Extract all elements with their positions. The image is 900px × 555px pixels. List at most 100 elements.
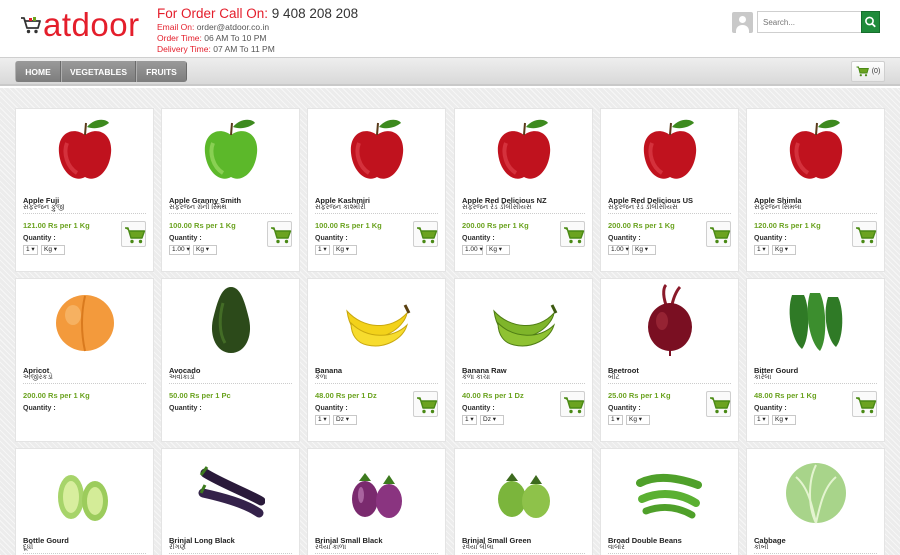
quantity-select[interactable]: 1 ▾ bbox=[754, 245, 769, 255]
unit-select[interactable]: Kg ▾ bbox=[333, 245, 357, 255]
product-card[interactable]: Brinjal Long Black રીંગણ bbox=[161, 448, 300, 555]
unit-value: Kg bbox=[489, 246, 497, 253]
product-name-gujarati: સફરજન રેડ ડીલીસીયસ bbox=[608, 204, 678, 211]
add-to-cart-button[interactable] bbox=[852, 221, 877, 247]
unit-select[interactable]: Dz ▾ bbox=[480, 415, 504, 425]
product-card[interactable]: Apple Shimla સફરજન સિમલા 120.00 Rs per 1 K… bbox=[746, 108, 885, 272]
product-card[interactable]: Brinjal Small Green રવૈયા લીલા bbox=[454, 448, 593, 555]
add-to-cart-button[interactable] bbox=[560, 391, 585, 417]
search-input[interactable] bbox=[757, 11, 862, 33]
brinjal-long-image[interactable] bbox=[197, 453, 266, 527]
unit-value: Kg bbox=[775, 416, 783, 423]
add-to-cart-button[interactable] bbox=[121, 221, 146, 247]
product-card[interactable]: Apple Granny Smith સફરજન ગ્રેની સ્મિથ 100.… bbox=[161, 108, 300, 272]
quantity-select[interactable]: 1 ▾ bbox=[462, 415, 477, 425]
product-price: 40.00 Rs per 1 Dz bbox=[462, 391, 524, 400]
add-to-cart-button[interactable] bbox=[267, 221, 292, 247]
quantity-select[interactable]: 1.00 ▾ bbox=[169, 245, 190, 255]
unit-select[interactable]: Kg ▾ bbox=[632, 245, 656, 255]
user-account-icon[interactable] bbox=[732, 12, 753, 33]
product-card[interactable]: Apple Red Delicious NZ સફરજન રેડ ડીલીસીયસ… bbox=[454, 108, 593, 272]
product-card[interactable]: Apple Kashmiri સફરજન કાશ્મીરી 100.00 Rs pe… bbox=[307, 108, 446, 272]
unit-select[interactable]: Kg ▾ bbox=[772, 245, 796, 255]
add-to-cart-button[interactable] bbox=[560, 221, 585, 247]
product-card[interactable]: Cabbage કોબી bbox=[746, 448, 885, 555]
product-card[interactable]: Beetroot બીટ 25.00 Rs per 1 Kg Quantity :1 … bbox=[600, 278, 739, 442]
cart-button[interactable]: (0) bbox=[851, 61, 885, 82]
order-call-line: For Order Call On: 9 408 208 208 bbox=[157, 6, 358, 22]
banana-image[interactable] bbox=[343, 283, 411, 357]
add-to-cart-button[interactable] bbox=[706, 221, 731, 247]
product-card[interactable]: Banana Raw કેળા કાચા 40.00 Rs per 1 Dz Quan… bbox=[454, 278, 593, 442]
product-card[interactable]: Apricot અંજીરકડો 200.00 Rs per 1 Kg Quantit… bbox=[15, 278, 154, 442]
brinjal-small-image[interactable] bbox=[343, 453, 411, 527]
add-to-cart-icon bbox=[853, 227, 878, 252]
product-card[interactable]: Brinjal Small Black રવૈયા કાળા bbox=[307, 448, 446, 555]
divider bbox=[23, 383, 146, 384]
unit-value: Dz bbox=[336, 416, 344, 423]
quantity-select[interactable]: 1 ▾ bbox=[315, 245, 330, 255]
green-apple-image[interactable] bbox=[197, 113, 265, 187]
delivery-time-line: Delivery Time: 07 AM To 11 PM bbox=[157, 44, 358, 55]
beans-image[interactable] bbox=[636, 453, 704, 527]
cabbage-image[interactable] bbox=[782, 453, 850, 527]
add-to-cart-button[interactable] bbox=[413, 391, 438, 417]
quantity-select[interactable]: 1.00 ▾ bbox=[462, 245, 483, 255]
product-name-gujarati: સફરજન ફુજી bbox=[23, 204, 65, 211]
product-card[interactable]: Avocado અવોકાડો 50.00 Rs per 1 Pc Quantity … bbox=[161, 278, 300, 442]
unit-value: Kg bbox=[635, 246, 643, 253]
email-value[interactable]: order@atdoor.co.in bbox=[197, 22, 269, 32]
bitter-gourd-image[interactable] bbox=[782, 283, 850, 357]
beetroot-image[interactable] bbox=[636, 283, 704, 357]
unit-select[interactable]: Kg ▾ bbox=[193, 245, 217, 255]
apricot-image[interactable] bbox=[51, 283, 119, 357]
product-card[interactable]: Bottle Gourd દૂધી bbox=[15, 448, 154, 555]
call-number: 9 408 208 208 bbox=[271, 6, 359, 21]
quantity-label: Quantity : bbox=[315, 405, 348, 412]
site-logo[interactable]: atdoor bbox=[20, 8, 140, 42]
product-price: 100.00 Rs per 1 Kg bbox=[315, 221, 382, 230]
brinjal-green-image[interactable] bbox=[490, 453, 558, 527]
unit-select[interactable]: Kg ▾ bbox=[486, 245, 510, 255]
nav-fruits[interactable]: FRUITS bbox=[136, 61, 187, 82]
divider bbox=[315, 553, 438, 554]
add-to-cart-icon bbox=[707, 227, 732, 252]
nav-vegetables[interactable]: VEGETABLES bbox=[61, 61, 136, 82]
unit-select[interactable]: Dz ▾ bbox=[333, 415, 357, 425]
product-card[interactable]: Apple Fuji સફરજન ફુજી 121.00 Rs per 1 Kg Qu… bbox=[15, 108, 154, 272]
divider bbox=[462, 553, 585, 554]
quantity-label: Quantity : bbox=[23, 235, 56, 242]
bottle-gourd-image[interactable] bbox=[51, 453, 119, 527]
product-card[interactable]: Banana કેળા 48.00 Rs per 1 Dz Quantity :1 ▾… bbox=[307, 278, 446, 442]
green-banana-image[interactable] bbox=[490, 283, 558, 357]
quantity-label: Quantity : bbox=[315, 235, 348, 242]
product-price: 48.00 Rs per 1 Dz bbox=[315, 391, 377, 400]
unit-select[interactable]: Kg ▾ bbox=[41, 245, 65, 255]
red-apple-image[interactable] bbox=[343, 113, 411, 187]
unit-select[interactable]: Kg ▾ bbox=[772, 415, 796, 425]
product-price: 100.00 Rs per 1 Kg bbox=[169, 221, 236, 230]
add-to-cart-icon bbox=[853, 397, 878, 422]
red-apple-image[interactable] bbox=[636, 113, 704, 187]
product-card[interactable]: Apple Red Delicious US સફરજન રેડ ડીલીસીયસ… bbox=[600, 108, 739, 272]
add-to-cart-button[interactable] bbox=[706, 391, 731, 417]
product-card[interactable]: Broad Double Beans વાલોર bbox=[600, 448, 739, 555]
red-apple-image[interactable] bbox=[490, 113, 558, 187]
nav-home[interactable]: HOME bbox=[15, 61, 61, 82]
unit-select[interactable]: Kg ▾ bbox=[626, 415, 650, 425]
quantity-select[interactable]: 1 ▾ bbox=[754, 415, 769, 425]
divider bbox=[608, 213, 731, 214]
quantity-select[interactable]: 1.00 ▾ bbox=[608, 245, 629, 255]
quantity-select[interactable]: 1 ▾ bbox=[315, 415, 330, 425]
search-button[interactable] bbox=[861, 11, 880, 33]
quantity-value: 1 bbox=[26, 246, 30, 253]
avocado-image[interactable] bbox=[197, 283, 265, 357]
red-apple-image[interactable] bbox=[782, 113, 850, 187]
add-to-cart-button[interactable] bbox=[852, 391, 877, 417]
quantity-select[interactable]: 1 ▾ bbox=[23, 245, 38, 255]
red-apple-image[interactable] bbox=[51, 113, 119, 187]
product-card[interactable]: Bitter Gourd કારેલા 48.00 Rs per 1 Kg Quant… bbox=[746, 278, 885, 442]
add-to-cart-button[interactable] bbox=[413, 221, 438, 247]
product-grid: Apple Fuji સફરજન ફુજી 121.00 Rs per 1 Kg Qu… bbox=[0, 88, 900, 555]
quantity-select[interactable]: 1 ▾ bbox=[608, 415, 623, 425]
